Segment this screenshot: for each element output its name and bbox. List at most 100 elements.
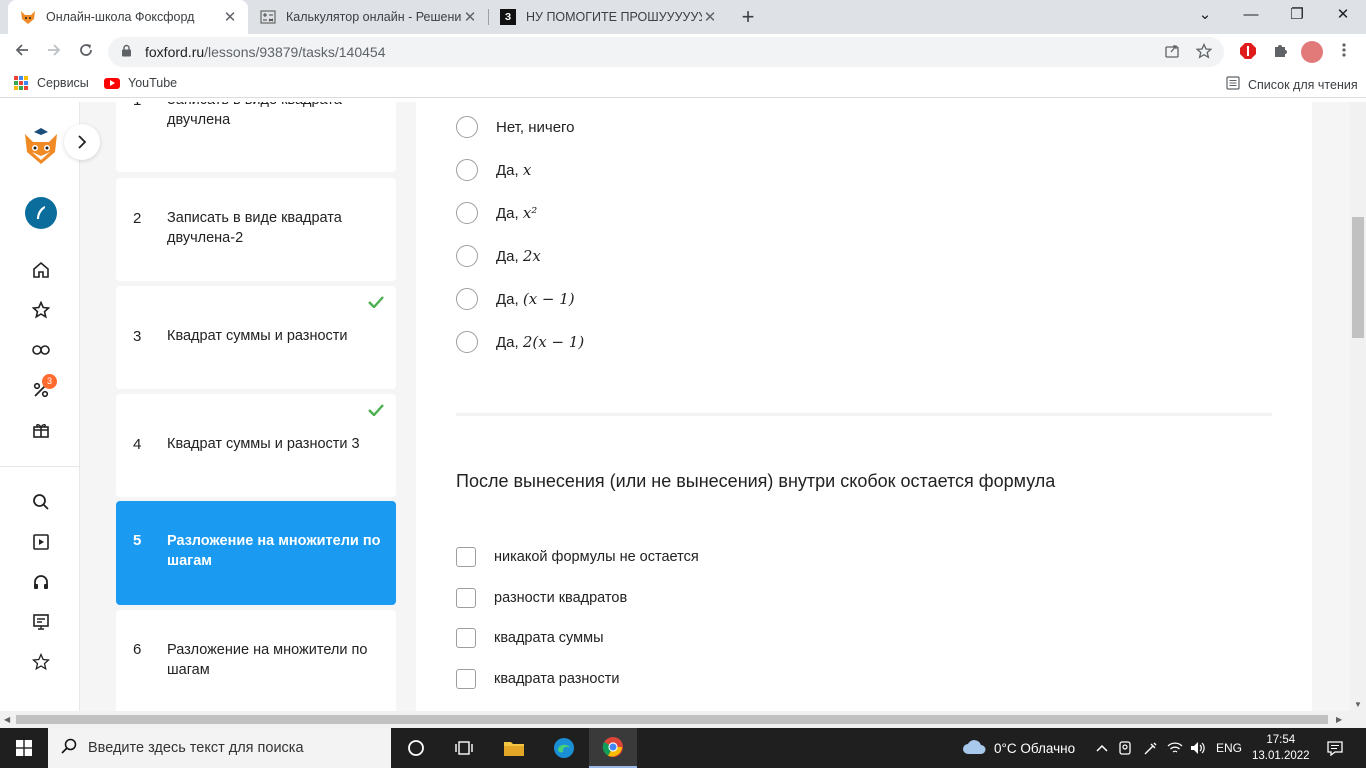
horizontal-scroll-thumb[interactable] <box>16 715 1328 724</box>
taskbar-search-box[interactable]: Введите здесь текст для поиска <box>48 728 391 768</box>
favorites-star-icon[interactable] <box>28 649 54 675</box>
system-clock[interactable]: 17:54 13.01.2022 <box>1252 732 1310 764</box>
tab-strip: Онлайн-школа Фоксфорд ✕ Калькулятор онла… <box>0 0 1366 34</box>
clock-time: 17:54 <box>1266 734 1296 746</box>
checkbox[interactable] <box>456 547 476 567</box>
new-tab-button[interactable]: + <box>737 3 759 31</box>
profile-avatar[interactable] <box>1301 41 1323 63</box>
task-item-6[interactable]: 6 Разложение на множители по шагам <box>116 610 396 711</box>
browser-menu-icon[interactable] <box>1334 42 1354 62</box>
home-icon[interactable] <box>28 257 54 283</box>
scroll-down-arrow-icon[interactable]: ▼ <box>1354 700 1362 709</box>
radio-option-label: Да, 2(x − 1) <box>496 333 585 351</box>
task-item-4[interactable]: 4 Квадрат суммы и разности 3 <box>116 394 396 497</box>
left-rail: 3 <box>0 102 80 711</box>
fox-favicon-icon <box>20 9 36 25</box>
task-item-5-active[interactable]: 5 Разложение на множители по шагам <box>116 501 396 605</box>
checkbox[interactable] <box>456 588 476 608</box>
checkbox-option-4[interactable]: квадрата разности <box>456 668 619 690</box>
video-play-icon[interactable] <box>28 529 54 555</box>
tab-close-icon[interactable]: ✕ <box>222 8 238 26</box>
scroll-left-arrow-icon[interactable]: ◀ <box>4 715 10 724</box>
star-icon[interactable] <box>28 297 54 323</box>
quill-icon[interactable] <box>25 197 57 229</box>
radio-option-2[interactable]: Да, x <box>456 158 531 182</box>
radio-option-6[interactable]: Да, 2(x − 1) <box>456 330 584 354</box>
radio-button[interactable] <box>456 288 478 310</box>
webcam-icon[interactable] <box>1118 728 1134 768</box>
bookmark-star-icon[interactable] <box>1195 42 1213 63</box>
task-item-3[interactable]: 3 Квадрат суммы и разности <box>116 286 396 389</box>
radio-button[interactable] <box>456 245 478 267</box>
close-window-button[interactable]: ✕ <box>1320 0 1366 30</box>
page-viewport: 3 1 Записать в виде квадрата двучлена 2 <box>0 102 1366 711</box>
browser-toolbar: foxford.ru /lessons/93879/tasks/140454 <box>0 34 1366 70</box>
radio-button[interactable] <box>456 331 478 353</box>
reading-list-button[interactable]: Список для чтения <box>1226 76 1358 93</box>
checkbox[interactable] <box>456 628 476 648</box>
vertical-scrollbar[interactable]: ▼ <box>1350 102 1366 711</box>
wifi-icon[interactable] <box>1167 728 1183 768</box>
tab-title: НУ ПОМОГИТЕ ПРОШУУУУУУУ <box>526 10 702 24</box>
tab-znanija[interactable]: З НУ ПОМОГИТЕ ПРОШУУУУУУУ ✕ <box>488 0 728 34</box>
address-bar[interactable]: foxford.ru /lessons/93879/tasks/140454 <box>108 37 1224 67</box>
extensions-puzzle-icon[interactable] <box>1270 42 1290 62</box>
tab-foxford[interactable]: Онлайн-школа Фоксфорд ✕ <box>8 0 248 34</box>
windows-start-icon[interactable] <box>0 728 48 768</box>
tab-search-chevron-icon[interactable]: ⌄ <box>1182 0 1228 30</box>
file-explorer-icon[interactable] <box>490 728 538 768</box>
weather-widget[interactable]: 0°C Облачно <box>962 728 1075 768</box>
gift-icon[interactable] <box>28 417 54 443</box>
checkbox-option-1[interactable]: никакой формулы не остается <box>456 546 699 568</box>
pen-workspace-icon[interactable] <box>1143 728 1159 768</box>
radio-option-3[interactable]: Да, x² <box>456 201 537 225</box>
chrome-browser-icon[interactable] <box>589 728 637 768</box>
scroll-right-arrow-icon[interactable]: ▶ <box>1336 715 1342 724</box>
share-icon[interactable] <box>1164 43 1180 63</box>
radio-button[interactable] <box>456 116 478 138</box>
expand-rail-button[interactable] <box>64 124 100 160</box>
reload-icon[interactable] <box>74 40 98 64</box>
action-center-icon[interactable] <box>1326 728 1344 768</box>
tab-calculator[interactable]: Калькулятор онлайн - Решение ✕ <box>248 0 488 34</box>
foxford-logo[interactable] <box>22 126 60 166</box>
infinity-icon[interactable] <box>28 337 54 363</box>
radio-button[interactable] <box>456 159 478 181</box>
task-number: 6 <box>133 641 142 658</box>
radio-option-1[interactable]: Нет, ничего <box>456 115 575 139</box>
task-item-1[interactable]: 1 Записать в виде квадрата двучлена <box>116 102 396 172</box>
volume-icon[interactable] <box>1190 728 1206 768</box>
radio-option-5[interactable]: Да, (x − 1) <box>456 287 575 311</box>
tab-close-icon[interactable]: ✕ <box>462 8 478 26</box>
vertical-scroll-thumb[interactable] <box>1352 217 1364 338</box>
back-arrow-icon[interactable] <box>10 40 34 64</box>
tab-close-icon[interactable]: ✕ <box>702 8 718 26</box>
minimize-button[interactable]: — <box>1228 0 1274 30</box>
task-number: 3 <box>133 328 142 345</box>
adblock-extension-icon[interactable] <box>1238 42 1258 62</box>
search-icon[interactable] <box>28 489 54 515</box>
forward-arrow-icon[interactable] <box>42 40 66 64</box>
horizontal-scrollbar[interactable]: ◀ ▶ <box>0 711 1366 728</box>
rail-divider <box>0 466 80 467</box>
radio-option-4[interactable]: Да, 2x <box>456 244 541 268</box>
checkbox[interactable] <box>456 669 476 689</box>
search-icon <box>61 738 79 759</box>
tray-chevron-up-icon[interactable] <box>1096 728 1108 768</box>
task-view-icon[interactable] <box>440 728 488 768</box>
presentation-board-icon[interactable] <box>28 609 54 635</box>
radio-option-label: Да, (x − 1) <box>496 290 575 308</box>
input-language[interactable]: ENG <box>1216 728 1242 768</box>
radio-button[interactable] <box>456 202 478 224</box>
task-item-2[interactable]: 2 Записать в виде квадрата двучлена-2 <box>116 178 396 281</box>
apps-bookmark[interactable]: Сервисы <box>14 76 89 90</box>
checkbox-option-2[interactable]: разности квадратов <box>456 587 627 609</box>
radio-option-label: Нет, ничего <box>496 118 575 136</box>
headphones-icon[interactable] <box>28 569 54 595</box>
maximize-button[interactable]: ❐ <box>1274 0 1320 30</box>
clock-date: 13.01.2022 <box>1252 750 1310 762</box>
checkbox-option-3[interactable]: квадрата суммы <box>456 627 604 649</box>
edge-browser-icon[interactable] <box>540 728 588 768</box>
youtube-bookmark[interactable]: YouTube <box>104 76 177 90</box>
cortana-circle-icon[interactable] <box>392 728 440 768</box>
